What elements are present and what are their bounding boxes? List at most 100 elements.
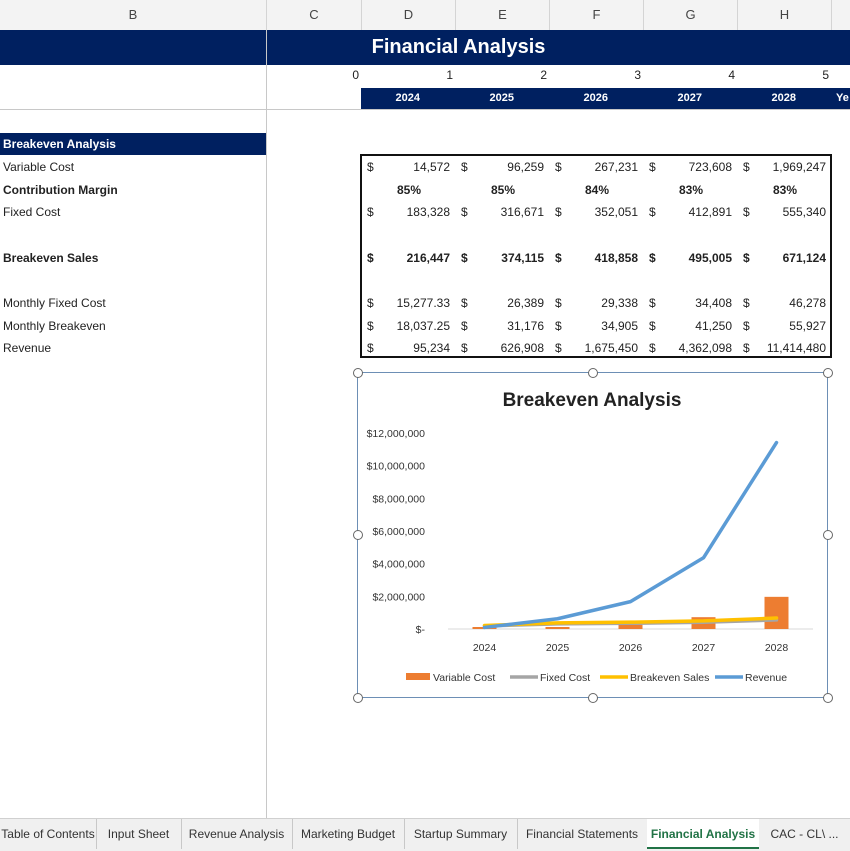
row-label-revenue: Revenue — [3, 341, 52, 355]
table-cell[interactable]: 418,858 — [558, 247, 638, 269]
sheet-tab-input-sheet[interactable]: Input Sheet — [96, 819, 182, 849]
year-header: 2028 — [771, 92, 796, 104]
table-cell[interactable]: 412,891 — [652, 201, 732, 223]
year-index: 2 — [540, 68, 547, 82]
column-header-bar: B C D E F G H — [0, 0, 850, 31]
resize-handle-right[interactable] — [823, 530, 833, 540]
sheet-tab-financial-analysis[interactable]: Financial Analysis — [647, 819, 759, 849]
table-cell[interactable]: 84% — [585, 179, 609, 201]
table-cell[interactable]: 31,176 — [464, 315, 544, 337]
table-cell[interactable]: 495,005 — [652, 247, 732, 269]
resize-handle-bottom-left[interactable] — [353, 693, 363, 703]
table-cell[interactable]: 34,905 — [558, 315, 638, 337]
y-tick-label: $- — [416, 624, 426, 636]
sheet-tab-revenue-analysis[interactable]: Revenue Analysis — [181, 819, 293, 849]
table-cell[interactable]: 26,389 — [464, 292, 544, 314]
bar-variable-cost — [545, 627, 570, 629]
legend-label: Variable Cost — [433, 672, 495, 684]
breakeven-chart[interactable]: Breakeven Analysis $- $2,000,000 $4,000,000… — [357, 372, 828, 698]
legend-label: Fixed Cost — [540, 672, 590, 684]
resize-handle-top-left[interactable] — [353, 368, 363, 378]
column-header-b[interactable]: B — [0, 0, 267, 30]
table-cell[interactable]: 14,572 — [370, 156, 450, 178]
resize-handle-left[interactable] — [353, 530, 363, 540]
table-cell[interactable]: 95,234 — [370, 337, 450, 359]
year-index: 0 — [352, 68, 359, 82]
table-cell[interactable]: 316,671 — [464, 201, 544, 223]
year-header-overflow: Ye — [836, 92, 849, 104]
table-cell[interactable]: 83% — [773, 179, 797, 201]
table-cell[interactable]: 352,051 — [558, 201, 638, 223]
table-cell[interactable]: 374,115 — [464, 247, 544, 269]
table-cell[interactable]: 723,608 — [652, 156, 732, 178]
table-cell[interactable]: 4,362,098 — [652, 337, 732, 359]
sheet-title-banner: Financial Analysis — [0, 30, 850, 65]
breakeven-chart-svg: Breakeven Analysis $- $2,000,000 $4,000,000… — [367, 390, 813, 684]
row-label-monthly-breakeven: Monthly Breakeven — [3, 319, 106, 333]
table-cell[interactable]: 671,124 — [746, 247, 826, 269]
table-cell[interactable]: 1,675,450 — [558, 337, 638, 359]
column-header-c[interactable]: C — [267, 0, 362, 30]
table-cell[interactable]: 1,969,247 — [746, 156, 826, 178]
table-cell[interactable]: 83% — [679, 179, 703, 201]
table-cell[interactable]: 555,340 — [746, 201, 826, 223]
table-cell[interactable]: 46,278 — [746, 292, 826, 314]
line-revenue — [482, 440, 779, 630]
row-label-variable-cost: Variable Cost — [3, 160, 75, 174]
table-cell[interactable]: 85% — [491, 179, 515, 201]
column-header-f[interactable]: F — [550, 0, 644, 30]
sheet-title: Financial Analysis — [371, 36, 546, 58]
sheet-tab-financial-statements[interactable]: Financial Statements — [517, 819, 647, 849]
row-divider — [0, 109, 850, 110]
y-tick-label: $6,000,000 — [372, 526, 425, 538]
year-header: 2024 — [395, 92, 420, 104]
column-header-g[interactable]: G — [644, 0, 738, 30]
column-header-e[interactable]: E — [456, 0, 550, 30]
resize-handle-bottom-right[interactable] — [823, 693, 833, 703]
table-cell[interactable]: 96,259 — [464, 156, 544, 178]
bar-variable-cost — [764, 596, 789, 629]
y-tick-label: $4,000,000 — [372, 559, 425, 571]
resize-handle-top-right[interactable] — [823, 368, 833, 378]
x-tick-label: 2026 — [619, 642, 643, 654]
sheet-tab-table-of-contents[interactable]: Table of Contents — [0, 819, 97, 849]
year-index: 4 — [728, 68, 735, 82]
x-tick-label: 2024 — [473, 642, 497, 654]
sheet-tab-startup-summary[interactable]: Startup Summary — [404, 819, 518, 849]
y-tick-label: $10,000,000 — [367, 461, 426, 473]
table-cell[interactable]: 34,408 — [652, 292, 732, 314]
table-cell[interactable]: 183,328 — [370, 201, 450, 223]
table-cell[interactable]: 55,927 — [746, 315, 826, 337]
resize-handle-top[interactable] — [588, 368, 598, 378]
table-cell[interactable]: 216,447 — [370, 247, 450, 269]
y-tick-label: $2,000,000 — [372, 591, 425, 603]
column-header-i[interactable] — [832, 0, 850, 30]
year-header: 2027 — [677, 92, 702, 104]
breakeven-analysis-header: Breakeven Analysis — [0, 133, 266, 155]
bar-variable-cost — [618, 624, 643, 629]
legend-label: Breakeven Sales — [630, 672, 709, 684]
sheet-tab-marketing-budget[interactable]: Marketing Budget — [292, 819, 405, 849]
year-header: 2025 — [489, 92, 514, 104]
year-header: 2026 — [583, 92, 608, 104]
year-index: 5 — [822, 68, 829, 82]
table-cell[interactable]: 11,414,480 — [746, 337, 826, 359]
sheet-tab-cac-clv[interactable]: CAC - CL\ ... — [759, 819, 850, 849]
table-cell[interactable]: 267,231 — [558, 156, 638, 178]
year-index: 1 — [446, 68, 453, 82]
table-cell[interactable]: 18,037.25 — [370, 315, 450, 337]
year-index: 3 — [634, 68, 641, 82]
y-tick-label: $8,000,000 — [372, 493, 425, 505]
resize-handle-bottom[interactable] — [588, 693, 598, 703]
row-label-contribution-margin: Contribution Margin — [3, 183, 118, 197]
row-label-fixed-cost: Fixed Cost — [3, 205, 61, 219]
legend-swatch — [406, 673, 430, 680]
column-header-d[interactable]: D — [362, 0, 456, 30]
table-cell[interactable]: 29,338 — [558, 292, 638, 314]
column-header-h[interactable]: H — [738, 0, 832, 30]
table-cell[interactable]: 15,277.33 — [370, 292, 450, 314]
table-cell[interactable]: 85% — [397, 179, 421, 201]
x-tick-label: 2025 — [546, 642, 570, 654]
table-cell[interactable]: 626,908 — [464, 337, 544, 359]
table-cell[interactable]: 41,250 — [652, 315, 732, 337]
